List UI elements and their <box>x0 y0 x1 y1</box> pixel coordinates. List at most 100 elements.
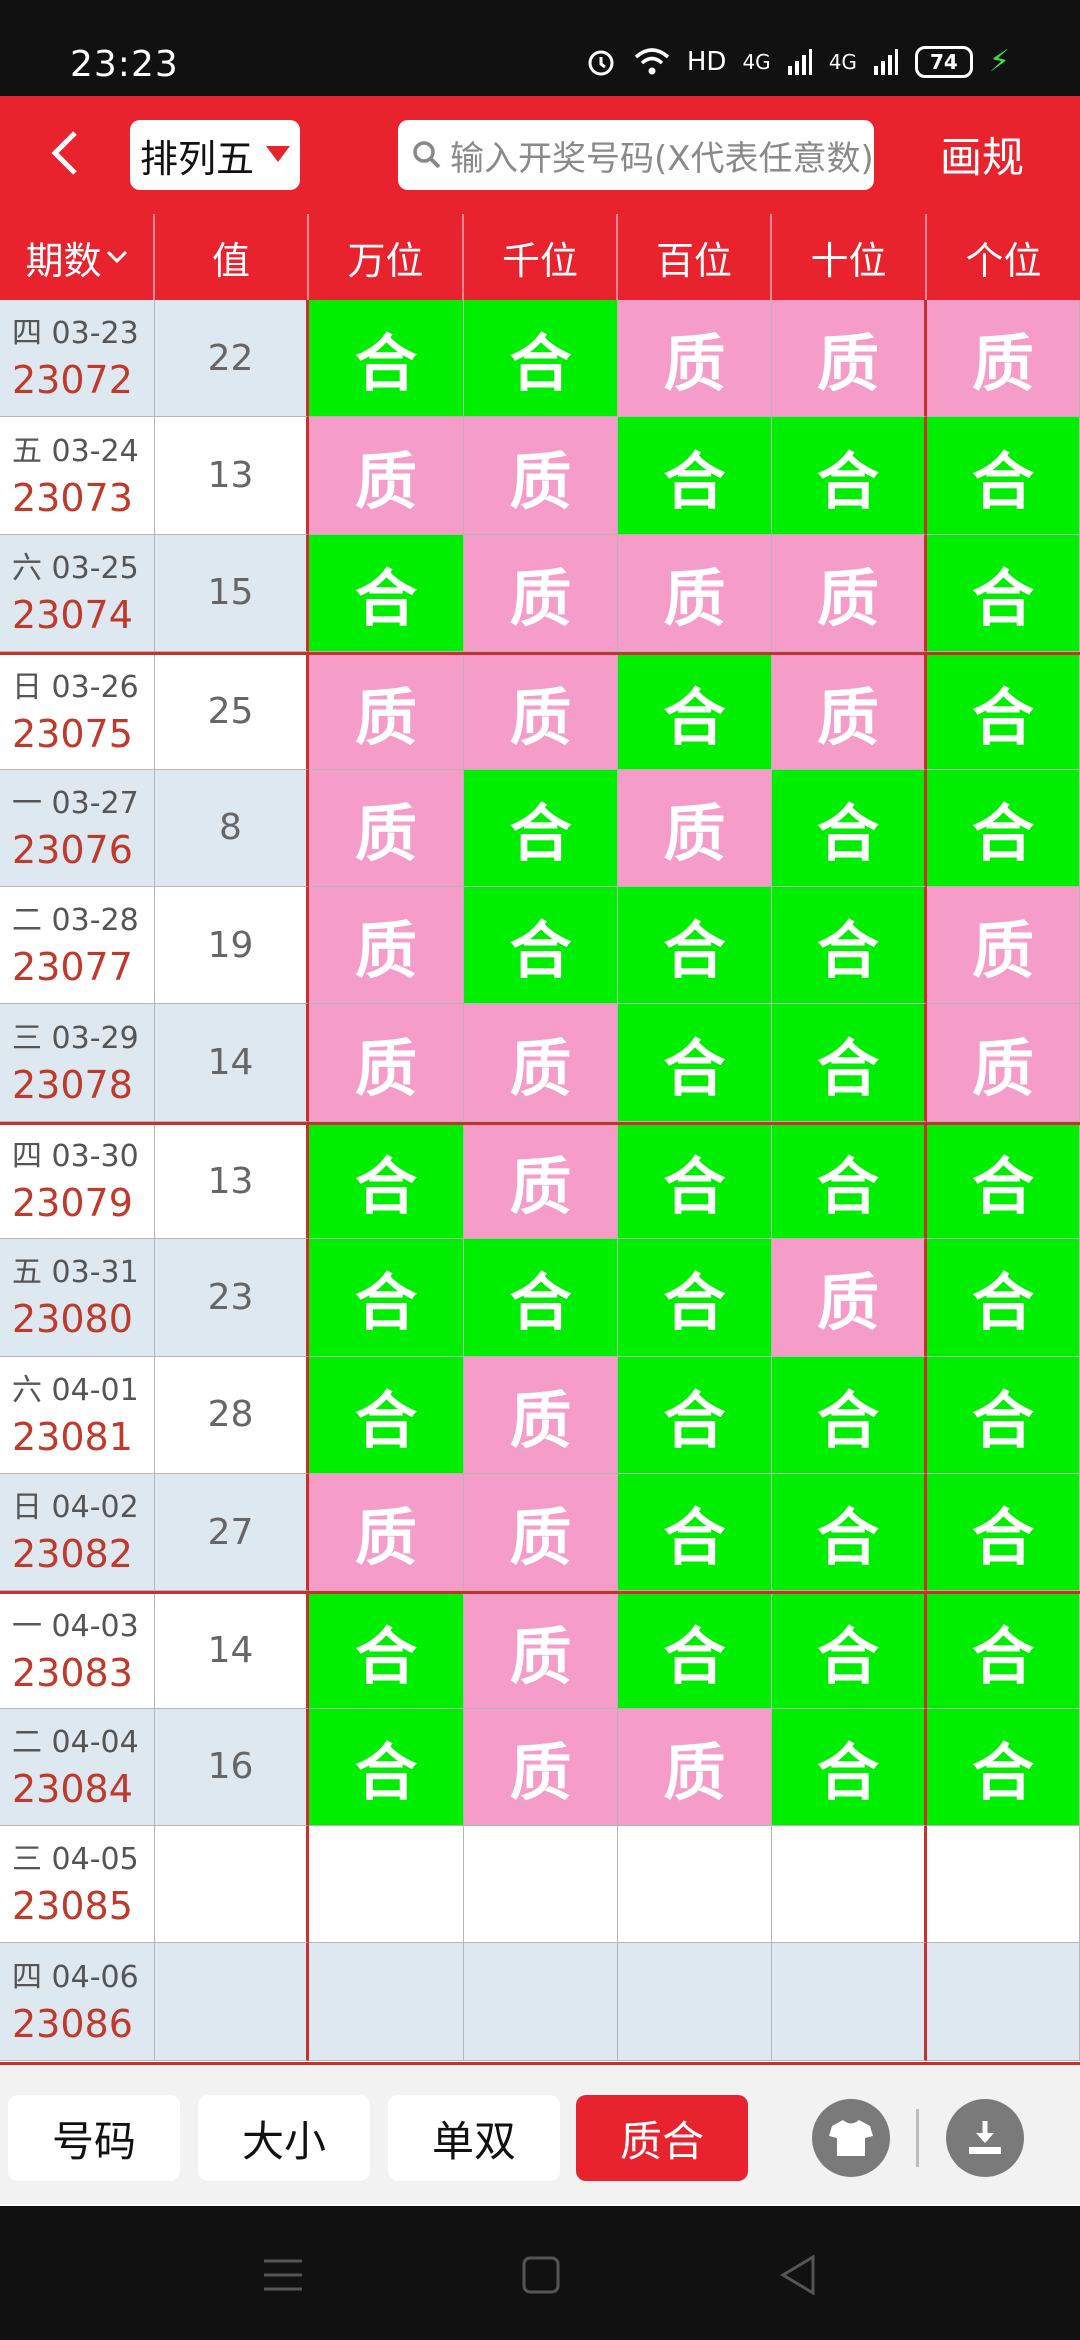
nav-back-button[interactable] <box>772 2250 822 2300</box>
position-cell: 合 <box>772 417 927 535</box>
lottery-name: 排列五 <box>140 136 255 181</box>
position-cell: 质 <box>309 1473 464 1592</box>
position-cell: 质 <box>464 1473 618 1592</box>
position-cell <box>927 1826 1080 1944</box>
theme-button[interactable] <box>812 2099 890 2177</box>
signal-label-1: 4G <box>742 49 771 74</box>
column-header: 万位 <box>309 214 464 300</box>
tab-number[interactable]: 号码 <box>8 2095 180 2181</box>
position-cell: 合 <box>309 1124 464 1240</box>
draw-date: 三 03-29 <box>12 1020 139 1056</box>
period-cell: 四 03-23 23072 <box>0 300 155 418</box>
menu-icon <box>264 2259 302 2291</box>
column-header: 值 <box>155 214 309 300</box>
toolbar-divider <box>916 2109 919 2167</box>
position-cell: 合 <box>772 1594 927 1709</box>
search-input[interactable]: 输入开奖号码(X代表任意数) <box>398 120 874 190</box>
status-icons: HD 4G 4G 74 ⚡ <box>585 44 1010 79</box>
table-row: 一 03-27 23076 8 质合质合合 <box>0 769 1080 887</box>
position-cell: 质 <box>309 886 464 1005</box>
issue-number: 23086 <box>12 2001 133 2046</box>
table-row: 日 04-02 23082 27 质质合合合 <box>0 1473 1080 1592</box>
position-cell: 合 <box>927 417 1080 535</box>
draw-date: 一 04-03 <box>12 1608 139 1644</box>
issue-number: 23074 <box>12 592 133 637</box>
sum-value-cell: 13 <box>155 417 309 535</box>
position-cell: 合 <box>464 1239 618 1357</box>
table-row: 二 04-04 23084 16 合质质合合 <box>0 1708 1080 1827</box>
position-cell: 质 <box>618 300 772 418</box>
position-cell: 合 <box>464 300 618 418</box>
position-cell: 质 <box>772 300 927 418</box>
position-cell: 合 <box>927 655 1080 770</box>
download-button[interactable] <box>946 2099 1024 2177</box>
position-cell: 质 <box>464 1004 618 1122</box>
table-row: 二 03-28 23077 19 质合合合质 <box>0 886 1080 1005</box>
position-cell: 合 <box>618 1594 772 1709</box>
signal-icon <box>787 48 813 76</box>
draw-date: 六 04-01 <box>12 1372 139 1408</box>
position-cell <box>618 1943 772 2061</box>
tab-size[interactable]: 大小 <box>198 2095 370 2181</box>
app-header: 排列五 输入开奖号码(X代表任意数) 画规 <box>0 96 1080 214</box>
shirt-icon <box>829 2120 873 2156</box>
trend-table: 期数值万位 千位 百位 十位 个位 四 03-23 23072 22 合合质质质五 03-24… <box>0 214 1080 2061</box>
position-cell: 合 <box>772 1473 927 1592</box>
sum-value-cell: 13 <box>155 1124 309 1240</box>
period-cell: 日 03-26 23075 <box>0 655 155 770</box>
issue-number: 23072 <box>12 358 133 403</box>
period-cell: 六 04-01 23081 <box>0 1356 155 1474</box>
nav-home-button[interactable] <box>516 2250 566 2300</box>
table-header: 期数 值万位 千位 百位 十位 个位 <box>0 214 1080 300</box>
sum-value-cell: 19 <box>155 886 309 1005</box>
draw-date: 五 03-31 <box>12 1255 139 1291</box>
table-row: 三 03-29 23078 14 质质合合质 <box>0 1004 1080 1122</box>
column-header-period[interactable]: 期数 <box>0 214 155 300</box>
sum-value-cell: 8 <box>155 769 309 887</box>
position-cell: 合 <box>618 1124 772 1240</box>
position-cell: 合 <box>618 1473 772 1592</box>
position-cell: 合 <box>464 769 618 887</box>
position-cell: 质 <box>927 300 1080 418</box>
tab-prime-composite[interactable]: 质合 <box>576 2095 748 2181</box>
position-cell: 合 <box>618 1239 772 1357</box>
position-cell: 合 <box>618 417 772 535</box>
position-cell: 质 <box>618 1708 772 1827</box>
sum-value-cell: 25 <box>155 655 309 770</box>
sum-value-cell <box>155 1943 309 2061</box>
table-body: 四 03-23 23072 22 合合质质质五 03-24 23073 13 质质合合合六 … <box>0 300 1080 2061</box>
position-cell: 合 <box>772 1708 927 1827</box>
draw-rule-button[interactable]: 画规 <box>940 124 1024 185</box>
position-cell: 质 <box>772 534 927 653</box>
position-cell: 合 <box>927 769 1080 887</box>
position-cell: 合 <box>927 534 1080 653</box>
period-cell: 三 04-05 23085 <box>0 1826 155 1944</box>
position-cell: 合 <box>309 534 464 653</box>
issue-number: 23078 <box>12 1062 133 1107</box>
position-cell <box>772 1826 927 1944</box>
position-cell <box>927 1943 1080 2061</box>
period-cell: 一 03-27 23076 <box>0 769 155 887</box>
alarm-icon <box>585 46 617 78</box>
issue-number: 23083 <box>12 1650 133 1695</box>
position-cell: 合 <box>927 1708 1080 1827</box>
lottery-select[interactable]: 排列五 <box>130 120 300 190</box>
nav-menu-button[interactable] <box>258 2250 308 2300</box>
position-cell: 质 <box>618 769 772 887</box>
column-header: 十位 <box>772 214 927 300</box>
status-bar: 23:23 HD 4G 4G 74 ⚡ <box>0 0 1080 96</box>
position-cell: 合 <box>618 886 772 1005</box>
tab-odd-even[interactable]: 单双 <box>388 2095 560 2181</box>
position-cell: 合 <box>618 1356 772 1474</box>
position-cell: 质 <box>309 769 464 887</box>
draw-date: 一 03-27 <box>12 785 139 821</box>
sum-value-cell: 28 <box>155 1356 309 1474</box>
column-header: 个位 <box>965 238 1042 283</box>
position-cell: 合 <box>464 886 618 1005</box>
back-button[interactable] <box>30 118 100 188</box>
position-cell: 合 <box>618 1004 772 1122</box>
sum-value-cell <box>155 1826 309 1944</box>
issue-number: 23073 <box>12 475 133 520</box>
position-cell <box>464 1943 618 2061</box>
sum-value-cell: 23 <box>155 1239 309 1357</box>
